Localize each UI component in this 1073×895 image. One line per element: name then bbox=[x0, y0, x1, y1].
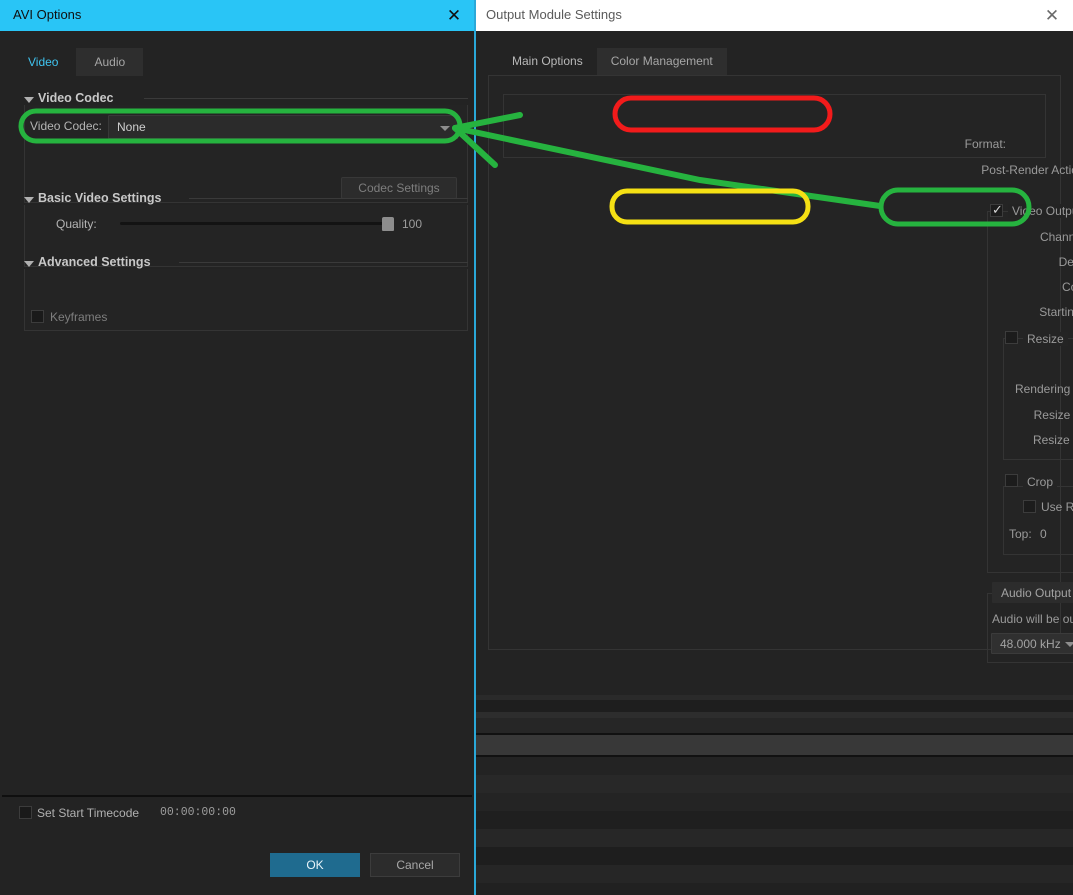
set-start-timecode-label: Set Start Timecode bbox=[37, 806, 140, 820]
format-label: Format: bbox=[964, 137, 1006, 151]
disclosure-triangle-icon[interactable] bbox=[24, 197, 34, 203]
audio-output-note: Audio will be output only if the composi… bbox=[992, 612, 1073, 626]
quality-slider-knob[interactable] bbox=[382, 217, 394, 231]
chevron-down-icon bbox=[440, 126, 450, 131]
timecode-value[interactable]: 00:00:00:00 bbox=[160, 806, 236, 819]
tab-color-management[interactable]: Color Management bbox=[596, 48, 727, 75]
oms-main-panel bbox=[488, 75, 1061, 650]
video-codec-select[interactable]: None bbox=[108, 115, 458, 139]
rq-band bbox=[476, 793, 1073, 811]
channels-label: Channels: bbox=[1039, 230, 1073, 244]
keyframes-label: Keyframes bbox=[50, 310, 108, 324]
crop-top-label: Top: bbox=[1009, 527, 1032, 541]
tab-main-options[interactable]: Main Options bbox=[498, 48, 597, 75]
rq-band bbox=[476, 811, 1073, 829]
set-start-timecode-checkbox[interactable] bbox=[19, 806, 32, 819]
disclosure-triangle-icon[interactable] bbox=[24, 261, 34, 267]
quality-value[interactable]: 100 bbox=[402, 217, 422, 231]
resize-to-label: Resize to: bbox=[1033, 408, 1073, 422]
video-codec-section-title: Video Codec bbox=[38, 91, 114, 105]
codec-settings-button[interactable]: Codec Settings bbox=[341, 177, 457, 199]
use-region-of-interest-checkbox[interactable] bbox=[1023, 500, 1036, 513]
rq-band bbox=[476, 883, 1073, 895]
video-output-checkbox[interactable] bbox=[990, 202, 1003, 218]
oms-tabs: Main Options Color Management bbox=[498, 48, 727, 75]
close-icon[interactable]: ✕ bbox=[442, 4, 466, 28]
section-rule bbox=[189, 198, 468, 199]
audio-output-mode-select[interactable]: Audio Output Auto bbox=[992, 582, 1073, 603]
tab-audio[interactable]: Audio bbox=[76, 48, 144, 76]
rendering-at-label: Rendering at: bbox=[1014, 382, 1073, 396]
output-module-settings-window: Output Module Settings ✕ Main Options Co… bbox=[476, 0, 1073, 695]
resize-percent-label: Resize %: bbox=[1032, 433, 1073, 447]
crop-top-value[interactable]: 0 bbox=[1040, 527, 1047, 541]
quality-label: Quality: bbox=[56, 217, 97, 231]
rq-band bbox=[476, 757, 1073, 775]
close-icon[interactable]: ✕ bbox=[1039, 3, 1065, 28]
rq-band bbox=[476, 847, 1073, 865]
audio-sample-rate-select[interactable]: 48.000 kHz bbox=[991, 633, 1073, 654]
depth-label: Depth: bbox=[1058, 255, 1073, 269]
resize-title: Resize bbox=[1023, 332, 1068, 346]
avi-title-bar: AVI Options ✕ bbox=[0, 0, 474, 31]
avi-cancel-button[interactable]: Cancel bbox=[370, 853, 460, 877]
avi-window-title: AVI Options bbox=[13, 7, 82, 22]
screen-root: Output Module Settings ✕ Main Options Co… bbox=[0, 0, 1073, 895]
video-output-title: Video Output bbox=[1008, 204, 1073, 218]
avi-body: Video Audio Video Codec Video Codec: Non… bbox=[0, 31, 474, 891]
audio-output-mode-value: Audio Output Auto bbox=[1001, 586, 1073, 600]
avi-options-window: AVI Options ✕ Video Audio Video Codec Vi… bbox=[0, 0, 476, 895]
use-region-of-interest-label: Use Region of Interest bbox=[1041, 500, 1073, 514]
section-rule bbox=[144, 98, 468, 99]
quality-slider-track[interactable] bbox=[120, 222, 384, 225]
video-codec-value: None bbox=[117, 120, 146, 134]
basic-video-settings-title: Basic Video Settings bbox=[38, 191, 162, 205]
avi-ok-button[interactable]: OK bbox=[270, 853, 360, 877]
oms-window-title: Output Module Settings bbox=[486, 7, 622, 22]
post-render-action-label: Post-Render Action: bbox=[981, 163, 1073, 177]
rq-band bbox=[476, 775, 1073, 793]
disclosure-triangle-icon[interactable] bbox=[24, 97, 34, 103]
oms-body: Main Options Color Management Format: AV… bbox=[476, 31, 1073, 695]
chevron-down-icon bbox=[1065, 642, 1073, 647]
rq-band bbox=[476, 735, 1073, 755]
avi-footer-divider bbox=[2, 795, 472, 797]
resize-checkbox[interactable] bbox=[1005, 331, 1018, 344]
tab-video[interactable]: Video bbox=[10, 48, 77, 76]
rq-band bbox=[476, 700, 1073, 712]
avi-tabs: Video Audio bbox=[10, 48, 144, 76]
advanced-settings-title: Advanced Settings bbox=[38, 255, 151, 269]
keyframes-checkbox[interactable] bbox=[31, 310, 44, 323]
rq-band bbox=[476, 712, 1073, 718]
crop-checkbox[interactable] bbox=[1005, 474, 1018, 487]
rq-band bbox=[476, 829, 1073, 847]
starting-number-label: Starting #: bbox=[1039, 305, 1073, 319]
rq-band bbox=[476, 865, 1073, 883]
section-rule bbox=[179, 262, 468, 263]
audio-sample-rate-value: 48.000 kHz bbox=[1000, 637, 1061, 651]
crop-title: Crop bbox=[1023, 475, 1058, 489]
codec-settings-label: Codec Settings bbox=[358, 181, 440, 195]
crop-group bbox=[1003, 486, 1073, 555]
oms-title-bar: Output Module Settings ✕ bbox=[476, 0, 1073, 31]
color-label: Color: bbox=[1061, 280, 1073, 294]
video-codec-label: Video Codec: bbox=[30, 119, 102, 133]
